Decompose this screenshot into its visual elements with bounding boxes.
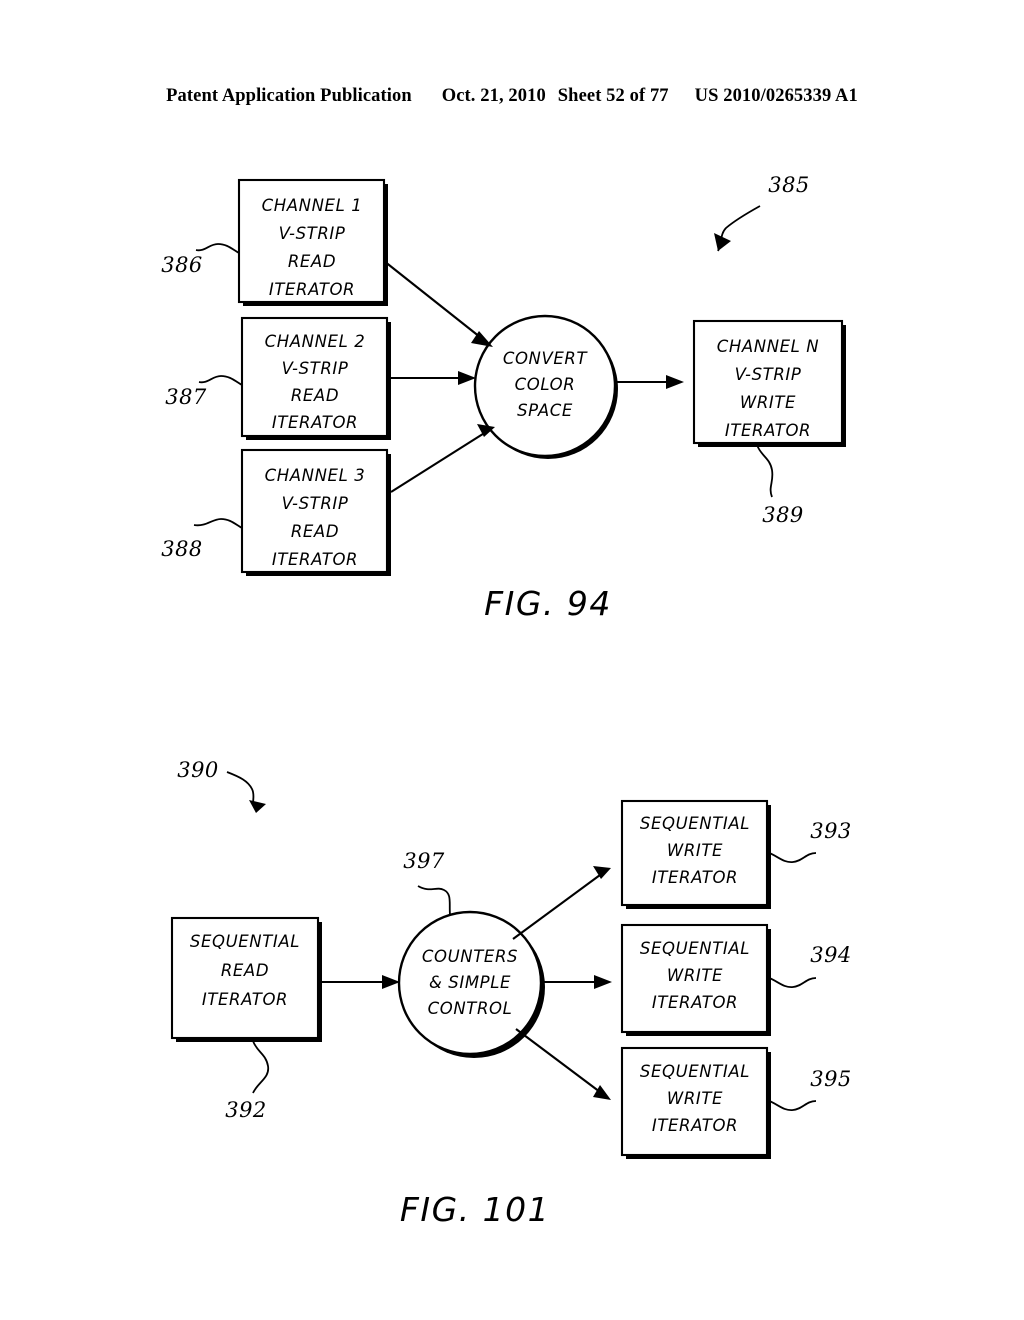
- ref-label-390: 390: [177, 758, 219, 782]
- figure-101-caption: FIG. 101: [400, 1190, 550, 1229]
- ref-395-leader: [766, 1099, 817, 1111]
- ref-label-394: 394: [810, 943, 852, 967]
- ref-394-group: 394: [766, 943, 852, 988]
- node-counters-line-1: & SIMPLE: [429, 973, 511, 992]
- ref-label-385: 385: [768, 173, 810, 197]
- edge-counters-to-seqwrite3: [515, 1028, 611, 1100]
- node-seqwrite2-line-2: ITERATOR: [652, 993, 738, 1012]
- ref-395-group: 395: [766, 1067, 852, 1111]
- ref-label-388: 388: [161, 537, 203, 561]
- ref-397-leader: [417, 885, 451, 916]
- node-chn-line-1: V-STRIP: [735, 365, 802, 384]
- node-seqwrite1-line-1: WRITE: [667, 841, 723, 860]
- edge-ch1-to-convert: [383, 260, 493, 347]
- node-seqwrite3-line-2: ITERATOR: [652, 1116, 738, 1135]
- node-seqwrite3-line-0: SEQUENTIAL: [640, 1062, 750, 1081]
- node-chn-line-2: WRITE: [740, 393, 796, 412]
- node-ch1-line-1: V-STRIP: [279, 224, 346, 243]
- ref-393-group: 393: [766, 819, 852, 863]
- node-convert-line-2: SPACE: [517, 401, 573, 420]
- figure-94: 385 CHANNEL 1 V-STRIP READ ITERATOR 386: [161, 173, 846, 623]
- node-ch2-line-2: READ: [291, 386, 339, 405]
- node-seqwrite1-line-0: SEQUENTIAL: [640, 814, 750, 833]
- node-seqread-line-1: READ: [221, 961, 269, 980]
- node-ch1-line-3: ITERATOR: [269, 280, 355, 299]
- edge-seqread-to-counters: [318, 975, 400, 989]
- ref-387-leader: [198, 375, 243, 386]
- patent-page: Patent Application Publication Oct. 21, 2…: [0, 0, 1024, 1320]
- ref-388-leader: [193, 518, 243, 529]
- ref-392-leader: [252, 1040, 270, 1094]
- ref-label-397: 397: [403, 849, 445, 873]
- edge-counters-to-seqwrite1: [512, 866, 611, 940]
- edge-ch2-arrowhead: [458, 371, 476, 385]
- ref-393-leader: [766, 851, 817, 863]
- node-seqread-line-2: ITERATOR: [202, 990, 288, 1009]
- ref-388-group: 388: [161, 518, 243, 561]
- node-channel-1-read-iterator: CHANNEL 1 V-STRIP READ ITERATOR: [237, 178, 388, 306]
- figure-94-caption: FIG. 94: [484, 584, 612, 623]
- node-convert-color-space: CONVERT COLOR SPACE: [473, 314, 618, 459]
- ref-394-leader: [766, 976, 817, 988]
- node-counters-simple-control: COUNTERS & SIMPLE CONTROL: [397, 910, 545, 1058]
- ref-label-387: 387: [165, 385, 207, 409]
- node-seqwrite2-line-1: WRITE: [667, 966, 723, 985]
- node-chn-line-3: ITERATOR: [725, 421, 811, 440]
- node-ch2-line-0: CHANNEL 2: [265, 332, 366, 351]
- node-chn-line-0: CHANNEL N: [717, 337, 820, 356]
- node-ch3-line-1: V-STRIP: [282, 494, 349, 513]
- node-seqwrite2-line-0: SEQUENTIAL: [640, 939, 750, 958]
- edge-seqwrite3-arrowhead: [593, 1085, 611, 1100]
- node-counters-line-0: COUNTERS: [422, 947, 518, 966]
- node-seqwrite1-line-2: ITERATOR: [652, 868, 738, 887]
- ref-392-group: 392: [225, 1040, 270, 1122]
- ref-397-group: 397: [403, 849, 451, 916]
- node-ch3-line-2: READ: [291, 522, 339, 541]
- figure-101: 390 SEQUENTIAL READ ITERATOR 392 COUNTER…: [170, 758, 852, 1229]
- node-channel-n-write-iterator: CHANNEL N V-STRIP WRITE ITERATOR: [692, 319, 846, 447]
- node-ch1-line-2: READ: [288, 252, 336, 271]
- node-ch3-line-0: CHANNEL 3: [265, 466, 366, 485]
- edge-seqwrite2-arrowhead: [594, 975, 612, 989]
- node-ch3-line-3: ITERATOR: [272, 550, 358, 569]
- edge-counters-to-seqwrite2: [541, 975, 612, 989]
- node-counters-line-2: CONTROL: [428, 999, 513, 1018]
- node-convert-line-0: CONVERT: [503, 349, 589, 368]
- ref-label-392: 392: [225, 1098, 267, 1122]
- edge-chn-arrowhead: [666, 375, 684, 389]
- ref-label-393: 393: [810, 819, 852, 843]
- node-seqwrite3-line-1: WRITE: [667, 1089, 723, 1108]
- node-ch2-line-3: ITERATOR: [272, 413, 358, 432]
- node-sequential-write-iterator-2: SEQUENTIAL WRITE ITERATOR: [620, 923, 771, 1036]
- node-seqread-line-0: SEQUENTIAL: [190, 932, 300, 951]
- node-sequential-write-iterator-1: SEQUENTIAL WRITE ITERATOR: [620, 799, 771, 909]
- edge-ch3-to-convert: [390, 424, 495, 493]
- edge-seqread-arrowhead: [382, 975, 400, 989]
- ref-389-group: 389: [756, 444, 804, 527]
- ref-label-395: 395: [810, 1067, 852, 1091]
- ref-386-leader: [195, 243, 240, 254]
- ref-label-386: 386: [161, 253, 203, 277]
- ref-390-arrowhead: [249, 800, 266, 813]
- edge-ch2-to-convert: [387, 371, 476, 385]
- node-channel-3-read-iterator: CHANNEL 3 V-STRIP READ ITERATOR: [240, 448, 391, 576]
- diagram-ref-390: 390: [177, 758, 266, 813]
- node-ch2-line-1: V-STRIP: [282, 359, 349, 378]
- node-sequential-read-iterator: SEQUENTIAL READ ITERATOR: [170, 916, 322, 1042]
- node-sequential-write-iterator-3: SEQUENTIAL WRITE ITERATOR: [620, 1046, 771, 1159]
- ref-386-group: 386: [161, 243, 240, 277]
- ref-389-leader: [756, 444, 774, 498]
- node-convert-line-1: COLOR: [515, 375, 576, 394]
- node-ch1-line-0: CHANNEL 1: [262, 196, 363, 215]
- diagram-ref-385: 385: [714, 173, 810, 252]
- edge-convert-to-chn: [615, 375, 684, 389]
- node-channel-2-read-iterator: CHANNEL 2 V-STRIP READ ITERATOR: [240, 316, 391, 440]
- ref-387-group: 387: [165, 375, 243, 409]
- figure-canvas: 385 CHANNEL 1 V-STRIP READ ITERATOR 386: [161, 173, 852, 1229]
- ref-label-389: 389: [762, 503, 804, 527]
